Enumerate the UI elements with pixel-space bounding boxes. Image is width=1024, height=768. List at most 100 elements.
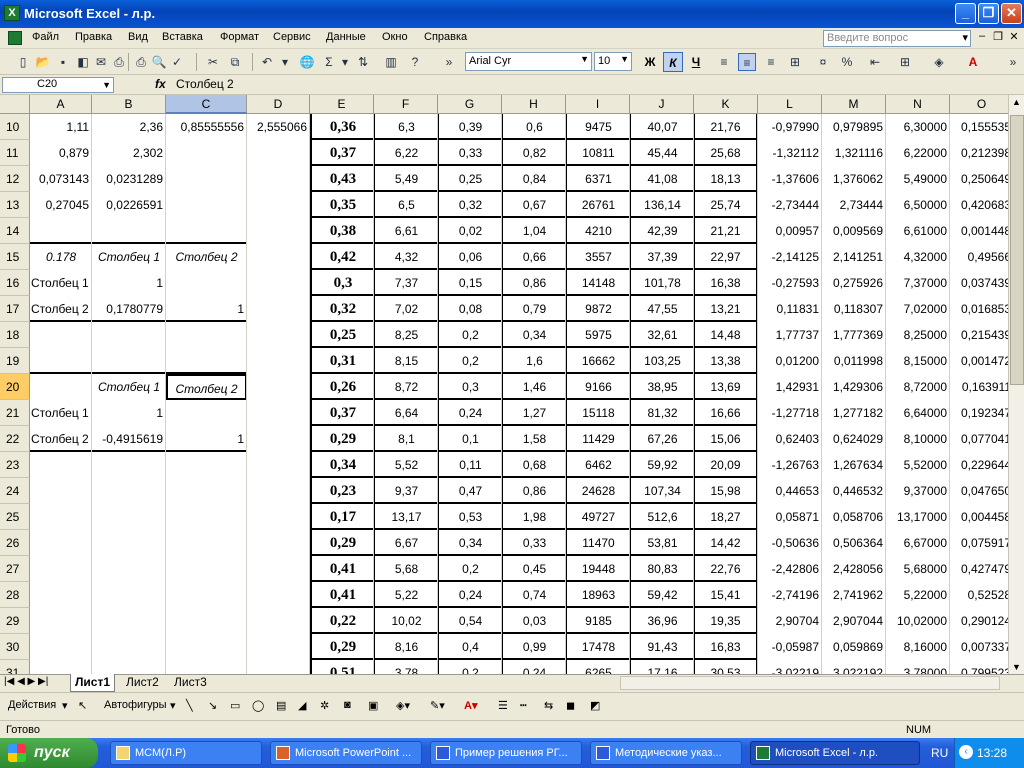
cell-c27[interactable] xyxy=(166,556,247,582)
column-header-m[interactable]: M xyxy=(822,95,886,114)
cell-j28[interactable]: 59,42 xyxy=(630,582,694,608)
cell-j15[interactable]: 37,39 xyxy=(630,244,694,270)
cell-l13[interactable]: -2,73444 xyxy=(758,192,822,218)
actions-menu[interactable]: Действия xyxy=(8,699,56,711)
task-folder[interactable]: МСМ(Л.Р) xyxy=(110,741,262,765)
column-header-h[interactable]: H xyxy=(502,95,566,114)
cell-i12[interactable]: 6371 xyxy=(566,166,630,192)
vertical-scrollbar[interactable]: ▲ ▼ xyxy=(1008,95,1024,674)
cell-o22[interactable]: 0,077041 xyxy=(950,426,1008,452)
cell-d26[interactable] xyxy=(247,530,310,556)
cell-i13[interactable]: 26761 xyxy=(566,192,630,218)
tab-sheet2[interactable]: Лист2 xyxy=(122,674,163,692)
cell-e29[interactable]: 0,22 xyxy=(310,608,374,634)
cell-e24[interactable]: 0,23 xyxy=(310,478,374,504)
chevron-down-icon[interactable]: ▾ xyxy=(962,31,968,44)
cell-b19[interactable] xyxy=(92,348,166,374)
cell-h24[interactable]: 0,86 xyxy=(502,478,566,504)
cell-o10[interactable]: 0,155535 xyxy=(950,114,1008,140)
cell-k19[interactable]: 13,38 xyxy=(694,348,758,374)
row-header[interactable]: 14 xyxy=(0,218,30,244)
chevron-left-icon[interactable]: ‹ xyxy=(959,745,973,759)
cell-l11[interactable]: -1,32112 xyxy=(758,140,822,166)
row-header[interactable]: 18 xyxy=(0,322,30,348)
cell-n12[interactable]: 5,49000 xyxy=(886,166,950,192)
cell-i25[interactable]: 49727 xyxy=(566,504,630,530)
cell-m17[interactable]: 0,118307 xyxy=(822,296,886,322)
cell-l23[interactable]: -1,26763 xyxy=(758,452,822,478)
cell-i23[interactable]: 6462 xyxy=(566,452,630,478)
cell-l14[interactable]: 0,00957 xyxy=(758,218,822,244)
cell-f25[interactable]: 13,17 xyxy=(374,504,438,530)
select-all-corner[interactable] xyxy=(0,95,30,114)
row-header[interactable]: 15 xyxy=(0,244,30,270)
cell-j31[interactable]: 17,16 xyxy=(630,660,694,674)
cell-a24[interactable] xyxy=(30,478,92,504)
cell-n14[interactable]: 6,61000 xyxy=(886,218,950,244)
cell-l16[interactable]: -0,27593 xyxy=(758,270,822,296)
row-header[interactable]: 28 xyxy=(0,582,30,608)
cell-b21[interactable]: 1 xyxy=(92,400,166,426)
cell-a21[interactable]: Столбец 1 xyxy=(30,400,92,426)
cell-o30[interactable]: 0,007337 xyxy=(950,634,1008,660)
scroll-down-icon[interactable]: ▼ xyxy=(1012,662,1021,672)
3d-icon[interactable]: ◩ xyxy=(590,699,600,712)
cell-f13[interactable]: 6,5 xyxy=(374,192,438,218)
cell-n31[interactable]: 3,78000 xyxy=(886,660,950,674)
formula-input[interactable]: Столбец 2 xyxy=(176,77,234,91)
cell-i20[interactable]: 9166 xyxy=(566,374,630,400)
cell-f12[interactable]: 5,49 xyxy=(374,166,438,192)
cell-d13[interactable] xyxy=(247,192,310,218)
cell-k11[interactable]: 25,68 xyxy=(694,140,758,166)
font-color-icon[interactable]: A▾ xyxy=(464,699,477,712)
cell-f14[interactable]: 6,61 xyxy=(374,218,438,244)
cell-b25[interactable] xyxy=(92,504,166,530)
clipart-icon[interactable]: ◙ xyxy=(344,699,351,711)
cell-n27[interactable]: 5,68000 xyxy=(886,556,950,582)
cell-i17[interactable]: 9872 xyxy=(566,296,630,322)
cell-o29[interactable]: 0,290124 xyxy=(950,608,1008,634)
cell-d14[interactable] xyxy=(247,218,310,244)
new-icon[interactable]: ▯ xyxy=(14,53,32,71)
cell-b15[interactable]: Столбец 1 xyxy=(92,244,166,270)
cell-e10[interactable]: 0,36 xyxy=(310,114,374,140)
cell-a17[interactable]: Столбец 2 xyxy=(30,296,92,322)
cell-m28[interactable]: 2,741962 xyxy=(822,582,886,608)
cell-k31[interactable]: 30,53 xyxy=(694,660,758,674)
column-header-g[interactable]: G xyxy=(438,95,502,114)
cell-e13[interactable]: 0,35 xyxy=(310,192,374,218)
cell-c30[interactable] xyxy=(166,634,247,660)
cell-k18[interactable]: 14,48 xyxy=(694,322,758,348)
cell-l22[interactable]: 0,62403 xyxy=(758,426,822,452)
cell-n25[interactable]: 13,17000 xyxy=(886,504,950,530)
cell-f19[interactable]: 8,15 xyxy=(374,348,438,374)
print-preview-icon[interactable]: ⎙ xyxy=(110,53,128,71)
font-name-select[interactable]: Arial Cyr ▼ xyxy=(465,52,592,71)
percent-icon[interactable]: % xyxy=(838,53,856,71)
cell-f20[interactable]: 8,72 xyxy=(374,374,438,400)
cell-l30[interactable]: -0,05987 xyxy=(758,634,822,660)
cell-c18[interactable] xyxy=(166,322,247,348)
cell-b24[interactable] xyxy=(92,478,166,504)
cell-m14[interactable]: 0,009569 xyxy=(822,218,886,244)
cell-g22[interactable]: 0,1 xyxy=(438,426,502,452)
cell-c28[interactable] xyxy=(166,582,247,608)
cell-h17[interactable]: 0,79 xyxy=(502,296,566,322)
row-header[interactable]: 12 xyxy=(0,166,30,192)
cell-c24[interactable] xyxy=(166,478,247,504)
cell-k13[interactable]: 25,74 xyxy=(694,192,758,218)
cell-d23[interactable] xyxy=(247,452,310,478)
cell-c14[interactable] xyxy=(166,218,247,244)
cell-g23[interactable]: 0,11 xyxy=(438,452,502,478)
chevron-down-icon[interactable]: ▾ xyxy=(170,699,176,712)
cell-b11[interactable]: 2,302 xyxy=(92,140,166,166)
cell-a11[interactable]: 0,879 xyxy=(30,140,92,166)
cell-o14[interactable]: 0,001448 xyxy=(950,218,1008,244)
column-header-d[interactable]: D xyxy=(247,95,310,114)
cell-i10[interactable]: 9475 xyxy=(566,114,630,140)
scroll-up-icon[interactable]: ▲ xyxy=(1012,97,1021,107)
cell-e27[interactable]: 0,41 xyxy=(310,556,374,582)
row-header[interactable]: 10 xyxy=(0,114,30,140)
cell-a19[interactable] xyxy=(30,348,92,374)
cell-a29[interactable] xyxy=(30,608,92,634)
